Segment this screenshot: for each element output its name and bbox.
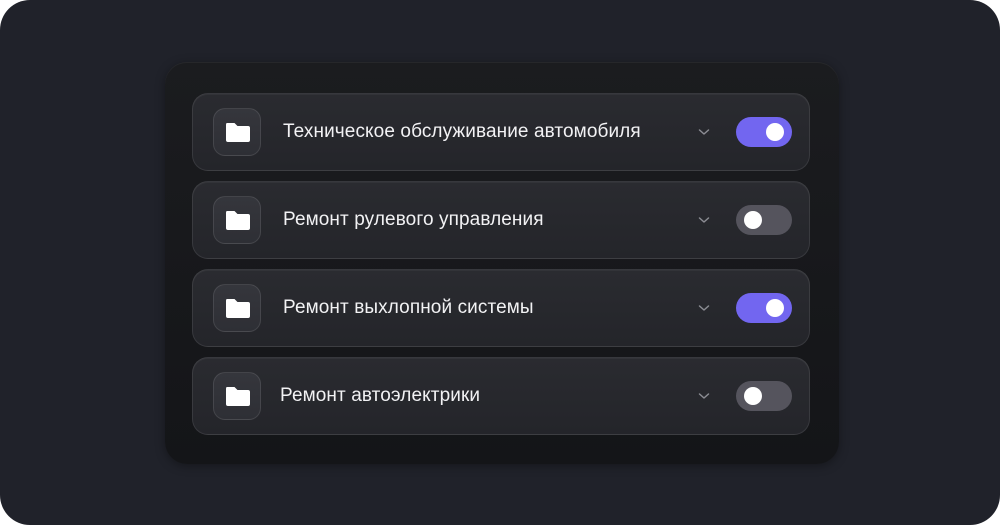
- service-row-steering[interactable]: Ремонт рулевого управления: [192, 181, 810, 259]
- folder-icon-container: [213, 372, 261, 420]
- folder-icon: [226, 123, 250, 142]
- folder-icon: [226, 299, 250, 318]
- service-toggle[interactable]: [736, 205, 792, 235]
- service-toggle[interactable]: [736, 293, 792, 323]
- service-label: Техническое обслуживание автомобиля: [283, 121, 641, 142]
- service-label: Ремонт рулевого управления: [283, 209, 544, 230]
- service-row-exhaust[interactable]: Ремонт выхлопной системы: [192, 269, 810, 347]
- folder-icon-container: [213, 196, 261, 244]
- service-row-electrics[interactable]: Ремонт автоэлектрики: [192, 357, 810, 435]
- service-toggle[interactable]: [736, 381, 792, 411]
- chevron-down-icon[interactable]: [696, 124, 712, 140]
- chevron-down-icon[interactable]: [696, 388, 712, 404]
- service-label: Ремонт автоэлектрики: [280, 385, 481, 406]
- service-toggle[interactable]: [736, 117, 792, 147]
- service-row-maintenance[interactable]: Техническое обслуживание автомобиля: [192, 93, 810, 171]
- toggle-knob: [766, 299, 784, 317]
- folder-icon-container: [213, 108, 261, 156]
- service-label: Ремонт выхлопной системы: [283, 297, 534, 318]
- toggle-knob: [744, 387, 762, 405]
- toggle-knob: [766, 123, 784, 141]
- folder-icon: [226, 387, 250, 406]
- folder-icon: [226, 211, 250, 230]
- chevron-down-icon[interactable]: [696, 212, 712, 228]
- services-panel: Техническое обслуживание автомобиля Ремо…: [165, 62, 839, 464]
- folder-icon-container: [213, 284, 261, 332]
- app-background: Техническое обслуживание автомобиля Ремо…: [0, 0, 1000, 525]
- toggle-knob: [744, 211, 762, 229]
- chevron-down-icon[interactable]: [696, 300, 712, 316]
